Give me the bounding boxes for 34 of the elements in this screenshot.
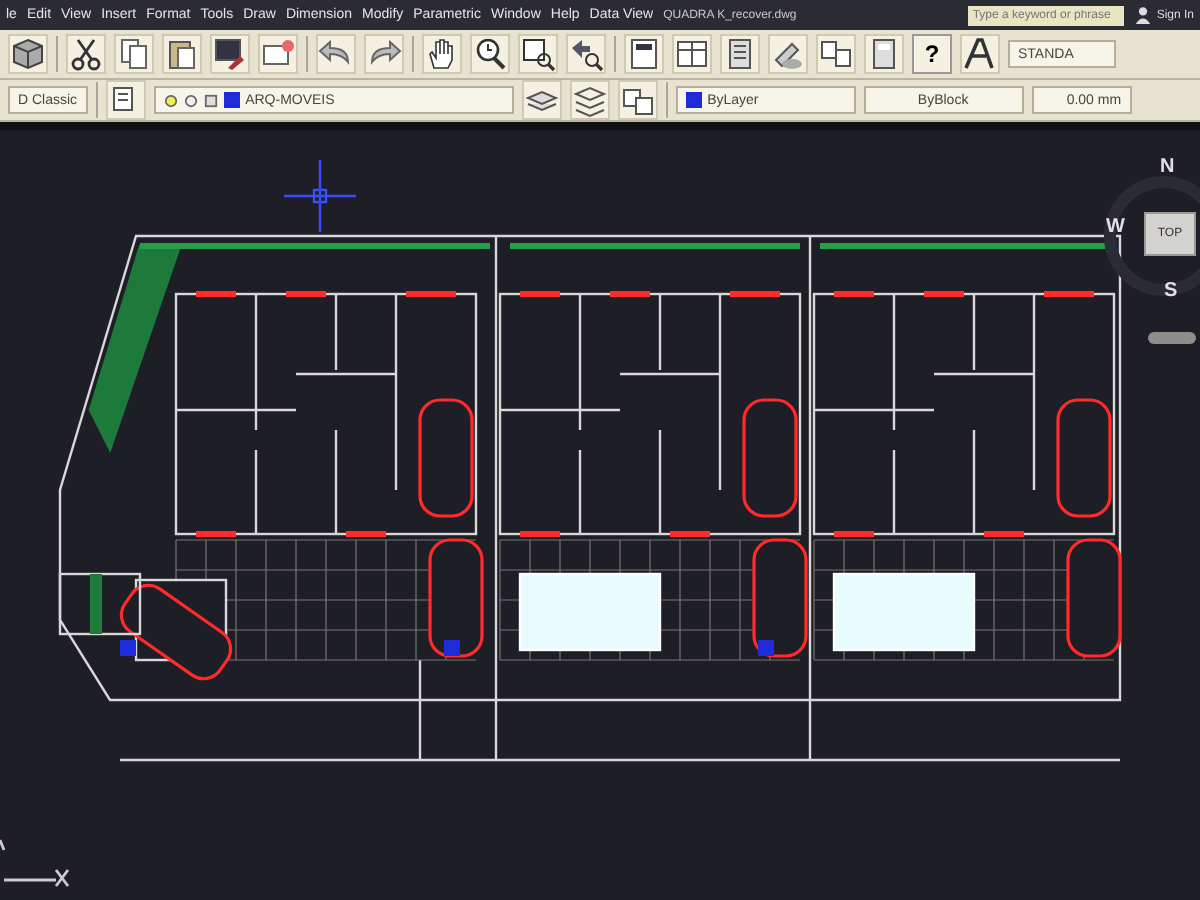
bulb-icon[interactable]: [163, 93, 178, 107]
scissors-icon[interactable]: [66, 34, 106, 74]
zoom-realtime-icon[interactable]: [470, 34, 510, 74]
match-properties-icon[interactable]: [210, 34, 250, 74]
color-swatch-icon: [685, 92, 702, 108]
redo-icon[interactable]: [364, 34, 404, 74]
zoom-previous-icon[interactable]: [566, 34, 606, 74]
design-center-icon[interactable]: [672, 34, 712, 74]
zoom-window-icon[interactable]: [518, 34, 558, 74]
ucs-axis-icon: [0, 838, 70, 888]
paste-icon[interactable]: [162, 34, 202, 74]
markup-icon[interactable]: [768, 34, 808, 74]
calculator-icon[interactable]: [864, 34, 904, 74]
layer-isolate-icon[interactable]: [617, 80, 658, 120]
user-icon: [1134, 6, 1153, 24]
crosshair-cursor-icon: [282, 158, 358, 234]
wcs-menu[interactable]: [1148, 332, 1196, 344]
help-button[interactable]: ?: [912, 34, 952, 74]
compass-label: S: [1164, 280, 1178, 302]
copy-icon[interactable]: [114, 34, 154, 74]
layer-states-icon[interactable]: [521, 80, 562, 120]
text-style-icon[interactable]: [960, 34, 1000, 74]
properties-icon[interactable]: [624, 34, 664, 74]
layer-previous-icon[interactable]: [569, 80, 610, 120]
cube-icon[interactable]: [8, 34, 48, 74]
undo-icon[interactable]: [316, 34, 356, 74]
tool-palettes-icon[interactable]: [720, 34, 760, 74]
sheet-set-icon[interactable]: [816, 34, 856, 74]
block-icon[interactable]: [258, 34, 298, 74]
color-swatch-icon: [223, 92, 240, 108]
pan-icon[interactable]: [422, 34, 462, 74]
compass-label: N: [1160, 156, 1175, 178]
layer-properties-icon[interactable]: [105, 80, 146, 120]
compass-label: W: [1106, 216, 1125, 238]
